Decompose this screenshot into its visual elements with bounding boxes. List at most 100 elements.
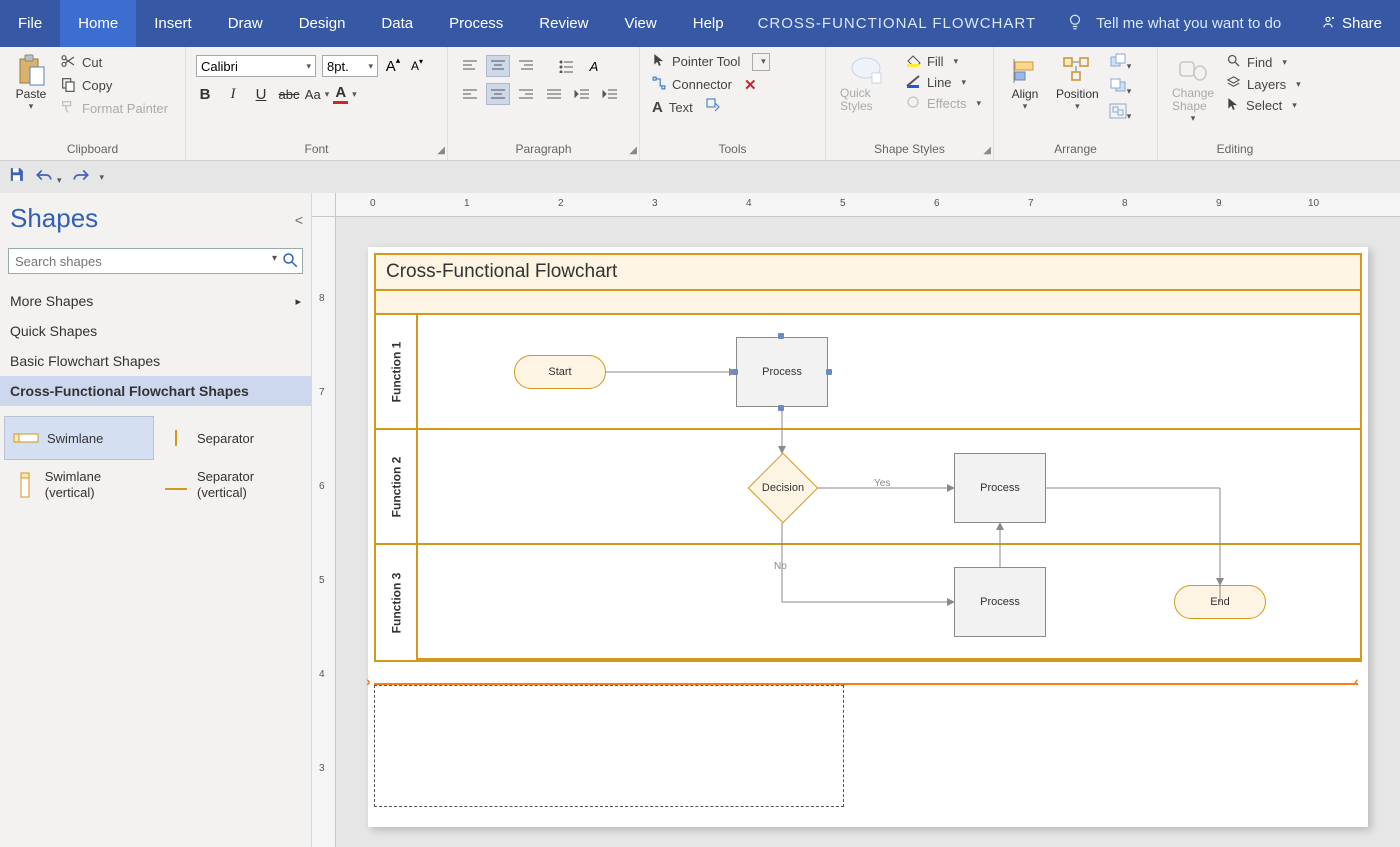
bring-forward-button[interactable]: ▾ [1109, 53, 1132, 74]
tell-me-search[interactable]: Tell me what you want to do [1066, 0, 1281, 47]
tab-draw[interactable]: Draw [210, 0, 281, 47]
search-filter-dropdown[interactable]: ▾ [272, 253, 277, 264]
shape-process-1[interactable]: Process [736, 337, 828, 407]
category-more-shapes[interactable]: More Shapes▸ [0, 286, 311, 316]
line-icon [905, 74, 921, 91]
selection-handle[interactable] [826, 369, 832, 375]
shape-process-3[interactable]: Process [954, 567, 1046, 637]
category-basic-flowchart[interactable]: Basic Flowchart Shapes [0, 346, 311, 376]
redo-button[interactable] [72, 167, 90, 188]
find-button[interactable]: Find [1224, 51, 1303, 73]
shape-decision[interactable]: Decision [748, 453, 818, 523]
bullets-button[interactable] [554, 55, 578, 77]
lane-label-1[interactable]: Function 1 [376, 315, 416, 430]
decrease-font-icon[interactable]: A▾ [408, 57, 426, 75]
fill-button[interactable]: Fill [903, 51, 983, 72]
swimlane-container[interactable]: Cross-Functional Flowchart Function 1 Fu… [374, 253, 1362, 662]
layers-button[interactable]: Layers [1224, 73, 1303, 95]
font-dialog-launcher-icon[interactable]: ◢ [437, 145, 445, 156]
rectangle-tool-button[interactable] [752, 53, 770, 71]
phase-bar[interactable] [376, 291, 1360, 315]
decrease-indent-button[interactable] [570, 83, 594, 105]
lane-label-2[interactable]: Function 2 [376, 430, 416, 545]
shape-process-2[interactable]: Process [954, 453, 1046, 523]
increase-font-icon[interactable]: A▴ [384, 57, 402, 75]
customize-qat-button[interactable]: ▾ [100, 172, 105, 183]
align-button[interactable]: Align▾ [1004, 51, 1046, 114]
category-cross-functional[interactable]: Cross-Functional Flowchart Shapes [0, 376, 311, 406]
strikethrough-button[interactable]: abc [280, 85, 298, 103]
selection-handle[interactable] [778, 333, 784, 339]
align-center-button[interactable] [486, 83, 510, 105]
lane-label-3[interactable]: Function 3 [376, 545, 416, 660]
tab-review[interactable]: Review [521, 0, 606, 47]
stencil-swimlane-vertical[interactable]: Swimlane (vertical) [4, 460, 154, 509]
quick-styles-button[interactable]: Quick Styles [836, 51, 897, 115]
tab-home[interactable]: Home [60, 0, 136, 47]
align-top-right-button[interactable] [514, 55, 538, 77]
connector-tool-button[interactable]: Connector [650, 74, 734, 95]
tab-data[interactable]: Data [363, 0, 431, 47]
tab-design[interactable]: Design [281, 0, 364, 47]
search-shapes-input[interactable] [8, 248, 303, 274]
text-label: Text [669, 100, 693, 115]
send-backward-button[interactable]: ▾ [1109, 78, 1132, 99]
align-right-button[interactable] [514, 83, 538, 105]
clear-format-button[interactable]: A [582, 55, 606, 77]
stencil-swimlane[interactable]: Swimlane [4, 416, 154, 460]
italic-button[interactable]: I [224, 85, 242, 103]
align-top-left-button[interactable] [458, 55, 482, 77]
drawing-canvas[interactable]: 0 1 2 3 4 5 6 7 8 9 10 8 7 6 5 4 3 [312, 193, 1400, 847]
increase-indent-button[interactable] [598, 83, 622, 105]
pointer-tool-button[interactable]: Pointer Tool [650, 51, 742, 72]
position-button[interactable]: Position▾ [1052, 51, 1103, 114]
tab-insert[interactable]: Insert [136, 0, 210, 47]
shape-styles-launcher-icon[interactable]: ◢ [983, 145, 991, 156]
drawing-page[interactable]: Cross-Functional Flowchart Function 1 Fu… [368, 247, 1368, 827]
copy-button[interactable]: Copy [58, 74, 170, 97]
tab-help[interactable]: Help [675, 0, 742, 47]
tab-view[interactable]: View [606, 0, 674, 47]
text-tool-button[interactable]: A Text [650, 97, 695, 118]
undo-button[interactable] [35, 167, 62, 188]
cut-button[interactable]: Cut [58, 51, 170, 74]
paste-button[interactable]: Paste ▾ [10, 51, 52, 114]
selection-handle[interactable] [732, 369, 738, 375]
stencil-label: Separator (vertical) [197, 469, 295, 500]
format-painter-button[interactable]: Format Painter [58, 97, 170, 120]
flowchart-title[interactable]: Cross-Functional Flowchart [376, 255, 1360, 291]
effects-button[interactable]: Effects [903, 93, 983, 114]
ruler-corner [312, 193, 336, 217]
tab-file[interactable]: File [0, 0, 60, 47]
font-color-button[interactable]: A [336, 85, 354, 103]
save-button[interactable] [8, 166, 25, 188]
font-name-select[interactable]: Calibri▾ [196, 55, 316, 77]
change-case-button[interactable]: Aa [308, 85, 326, 103]
group-button[interactable]: ▾ [1109, 103, 1132, 124]
lightbulb-icon [1066, 13, 1084, 35]
text-block-button[interactable] [705, 97, 721, 118]
tab-process[interactable]: Process [431, 0, 521, 47]
pointer-label: Pointer Tool [672, 54, 740, 69]
stencil-separator[interactable]: Separator [154, 416, 304, 460]
line-button[interactable]: Line [903, 72, 983, 93]
font-size-select[interactable]: 8pt.▾ [322, 55, 378, 77]
collapse-pane-button[interactable]: < [295, 212, 303, 228]
select-button[interactable]: Select [1224, 95, 1303, 116]
underline-button[interactable]: U [252, 85, 270, 103]
selection-handle[interactable] [778, 405, 784, 411]
category-quick-shapes[interactable]: Quick Shapes [0, 316, 311, 346]
bold-button[interactable]: B [196, 85, 214, 103]
shape-start[interactable]: Start [514, 355, 606, 389]
align-top-center-button[interactable] [486, 55, 510, 77]
chevron-down-icon: ▾ [29, 101, 34, 112]
connection-point-button[interactable]: ✕ [744, 76, 757, 94]
paragraph-dialog-launcher-icon[interactable]: ◢ [629, 145, 637, 156]
shape-end[interactable]: End [1174, 585, 1266, 619]
stencil-separator-vertical[interactable]: Separator (vertical) [154, 460, 304, 509]
search-icon[interactable] [281, 251, 299, 274]
change-shape-button[interactable]: Change Shape▾ [1168, 51, 1218, 126]
justify-button[interactable] [542, 83, 566, 105]
align-left-button[interactable] [458, 83, 482, 105]
share-button[interactable]: Share [1302, 0, 1400, 47]
